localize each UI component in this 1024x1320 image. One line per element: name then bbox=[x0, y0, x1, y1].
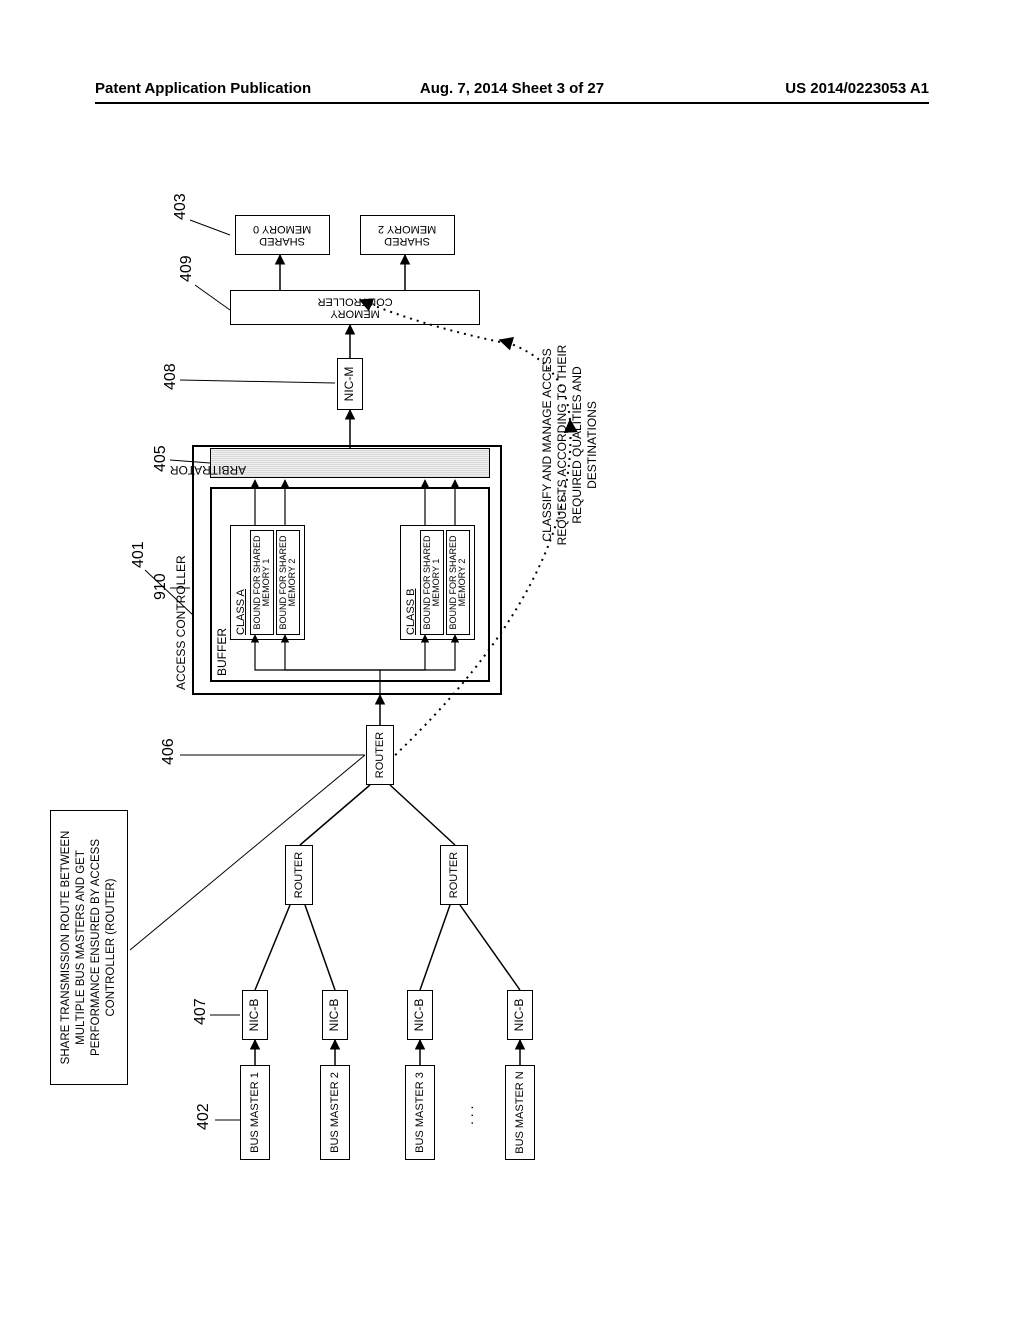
nic-b-3: NIC-B bbox=[407, 990, 433, 1040]
bm2-label: BUS MASTER 2 bbox=[329, 1072, 341, 1153]
note-share: SHARE TRANSMISSION ROUTE BETWEEN MULTIPL… bbox=[50, 810, 128, 1085]
access-controller-label: ACCESS CONTROLLER bbox=[174, 555, 188, 690]
note-classify: CLASSIFY AND MANAGE ACCESS REQUESTS ACCO… bbox=[540, 325, 600, 565]
memory-controller: MEMORY CONTROLLER bbox=[230, 290, 480, 325]
class-b-label: CLASS B bbox=[405, 530, 417, 635]
class-a-label: CLASS A bbox=[235, 530, 247, 635]
nicbn-label: NIC-B bbox=[513, 999, 526, 1032]
router-m-label: ROUTER bbox=[374, 732, 386, 778]
mem2-label: SHARED MEMORY 2 bbox=[378, 223, 436, 247]
nic-m-label: NIC-M bbox=[343, 367, 356, 402]
bus-master-2: BUS MASTER 2 bbox=[320, 1065, 350, 1160]
router-merge: ROUTER bbox=[366, 725, 394, 785]
router-u-label: ROUTER bbox=[293, 852, 305, 898]
nic-b-2: NIC-B bbox=[322, 990, 348, 1040]
shared-memory-0: SHARED MEMORY 0 bbox=[235, 215, 330, 255]
nic-b-1: NIC-B bbox=[242, 990, 268, 1040]
nic-b-n: NIC-B bbox=[507, 990, 533, 1040]
ref-406: 406 bbox=[160, 738, 178, 765]
diagram: BUS MASTER 1 BUS MASTER 2 BUS MASTER 3 .… bbox=[0, 140, 620, 1180]
bm1-label: BUS MASTER 1 bbox=[249, 1072, 261, 1153]
class-a-slot-1: BOUND FOR SHARED MEMORY 1 bbox=[250, 530, 274, 635]
nicb2-label: NIC-B bbox=[328, 999, 341, 1032]
bmn-label: BUS MASTER N bbox=[514, 1071, 526, 1154]
arbitrator-label: ARBITRATOR bbox=[78, 463, 338, 477]
router-lower: ROUTER bbox=[440, 845, 468, 905]
router-upper: ROUTER bbox=[285, 845, 313, 905]
ref-407: 407 bbox=[192, 998, 210, 1025]
bus-master-ellipsis: . . . bbox=[460, 1106, 476, 1125]
memctrl-label: MEMORY CONTROLLER bbox=[317, 295, 392, 319]
ref-401: 401 bbox=[130, 541, 148, 568]
class-b-slot-1: BOUND FOR SHARED MEMORY 1 bbox=[420, 530, 444, 635]
class-a-slot-2: BOUND FOR SHARED MEMORY 2 bbox=[276, 530, 300, 635]
ref-402: 402 bbox=[195, 1103, 213, 1130]
page-header: Patent Application Publication Aug. 7, 2… bbox=[0, 80, 1024, 97]
bm3-label: BUS MASTER 3 bbox=[414, 1072, 426, 1153]
buffer-label: BUFFER bbox=[215, 628, 229, 676]
shared-memory-2: SHARED MEMORY 2 bbox=[360, 215, 455, 255]
header-right: US 2014/0223053 A1 bbox=[785, 80, 929, 97]
nic-m: NIC-M bbox=[337, 358, 363, 410]
header-left: Patent Application Publication bbox=[95, 80, 311, 97]
bus-master-1: BUS MASTER 1 bbox=[240, 1065, 270, 1160]
header-mid: Aug. 7, 2014 Sheet 3 of 27 bbox=[420, 80, 604, 97]
arbitrator: ARBITRATOR bbox=[210, 448, 490, 478]
figure-rotated: FIG.3 bbox=[0, 280, 1024, 1040]
class-b-group: CLASS B BOUND FOR SHARED MEMORY 1 BOUND … bbox=[400, 525, 475, 640]
ref-403: 403 bbox=[172, 193, 190, 220]
bus-master-n: BUS MASTER N bbox=[505, 1065, 535, 1160]
ref-409: 409 bbox=[178, 255, 196, 282]
header-rule bbox=[95, 102, 929, 104]
ref-910: 910 bbox=[152, 573, 170, 600]
router-l-label: ROUTER bbox=[448, 852, 460, 898]
mem0-label: SHARED MEMORY 0 bbox=[253, 223, 311, 247]
bus-master-3: BUS MASTER 3 bbox=[405, 1065, 435, 1160]
ref-408: 408 bbox=[162, 363, 180, 390]
class-a-group: CLASS A BOUND FOR SHARED MEMORY 1 BOUND … bbox=[230, 525, 305, 640]
class-b-slot-2: BOUND FOR SHARED MEMORY 2 bbox=[446, 530, 470, 635]
ref-405: 405 bbox=[152, 445, 170, 472]
nicb3-label: NIC-B bbox=[413, 999, 426, 1032]
nicb1-label: NIC-B bbox=[248, 999, 261, 1032]
